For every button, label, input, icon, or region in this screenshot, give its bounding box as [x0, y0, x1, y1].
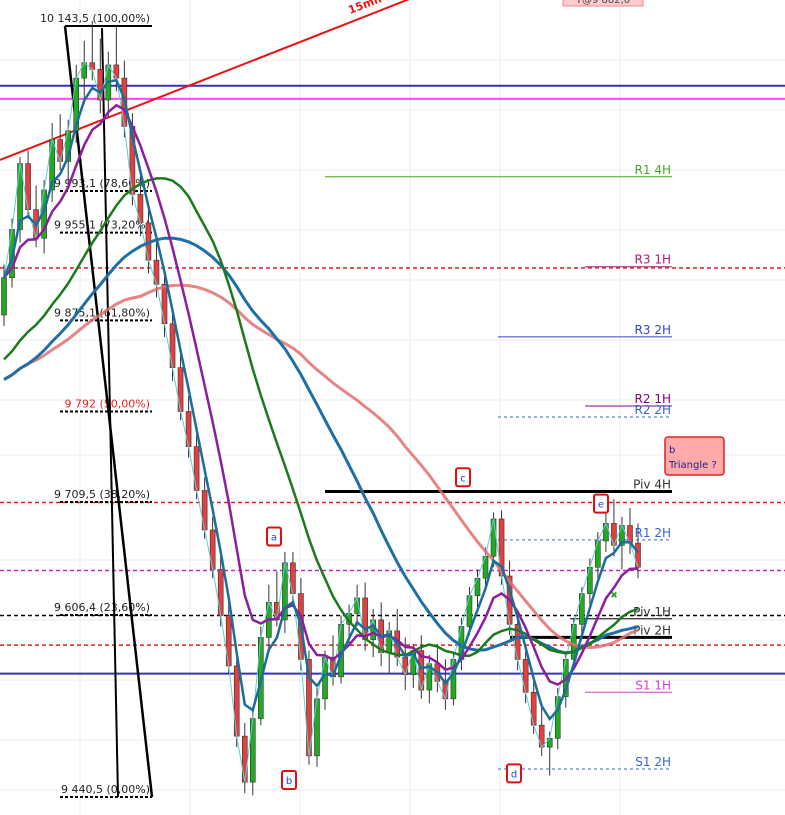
candle-body-59 — [474, 577, 481, 597]
candle-body-45 — [362, 597, 368, 640]
green-cross-marker: ✖ — [610, 591, 618, 601]
pivot-label-2: R3 2H — [635, 323, 671, 337]
wave-label-c: c — [460, 473, 466, 484]
wave-label-e: e — [598, 500, 604, 511]
candle-body-24 — [193, 446, 200, 491]
pivot-label-7: Piv 1H — [633, 605, 671, 619]
candle-body-31 — [249, 718, 256, 783]
candle-body-28 — [225, 615, 232, 667]
pivot-label-1: R3 1H — [635, 253, 671, 267]
candle-body-23 — [185, 411, 192, 447]
candle-body-78 — [627, 525, 633, 544]
candle-body-0 — [1, 277, 7, 316]
candle-body-58 — [466, 595, 473, 627]
candle-body-26 — [209, 529, 216, 570]
candle-body-7 — [57, 139, 63, 162]
candle-body-21 — [169, 323, 176, 368]
pivot-label-9: S1 1H — [635, 678, 671, 692]
candle-body-66 — [530, 691, 537, 726]
wave-label-b: b — [286, 776, 292, 787]
candle-body-20 — [161, 283, 168, 325]
wave-label-d: d — [511, 769, 517, 780]
pivot-label-8: Piv 2H — [633, 623, 671, 637]
fib-label-6: 9 606,4 (23,60%) — [54, 601, 150, 614]
pivot-label-6: R1 2H — [635, 526, 671, 540]
candle-body-60 — [482, 555, 489, 579]
fib-label-5: 9 709,5 (38,20%) — [54, 488, 150, 501]
price-chart: R1 4HR3 1HR3 2HR2 1HR2 2HPiv 4HR1 2HPiv … — [0, 0, 785, 815]
candle-body-19 — [153, 259, 160, 285]
candle-body-30 — [241, 735, 248, 783]
candle-body-67 — [538, 724, 545, 748]
pivot-label-4: R2 2H — [635, 403, 671, 417]
top-right-label: T@9 882,0 — [575, 0, 630, 6]
candle-body-75 — [603, 523, 609, 542]
candle-body-29 — [233, 665, 240, 737]
candle-body-27 — [217, 569, 224, 616]
candle-body-79 — [635, 542, 641, 568]
wave-label-a: a — [271, 533, 277, 544]
pivot-label-10: S1 2H — [635, 755, 671, 769]
candle-body-50 — [402, 656, 409, 676]
triangle-annotation-line2: Triangle ? — [668, 460, 717, 471]
pivot-label-0: R1 4H — [635, 163, 671, 177]
fib-label-7: 9 440,5 (0,00%) — [61, 783, 150, 796]
triangle-annotation-line1: b — [669, 445, 675, 456]
candle-body-25 — [201, 490, 208, 531]
candle-body-39 — [314, 698, 320, 757]
candle-body-72 — [579, 593, 585, 625]
candle-body-3 — [25, 163, 31, 211]
candle-body-22 — [177, 367, 184, 412]
candle-body-74 — [595, 540, 601, 568]
pivot-label-5: Piv 4H — [633, 478, 671, 492]
fib-label-0: 10 143,5 (100,00%) — [40, 12, 150, 25]
candle-body-12 — [97, 69, 104, 101]
candle-body-36 — [290, 562, 296, 594]
